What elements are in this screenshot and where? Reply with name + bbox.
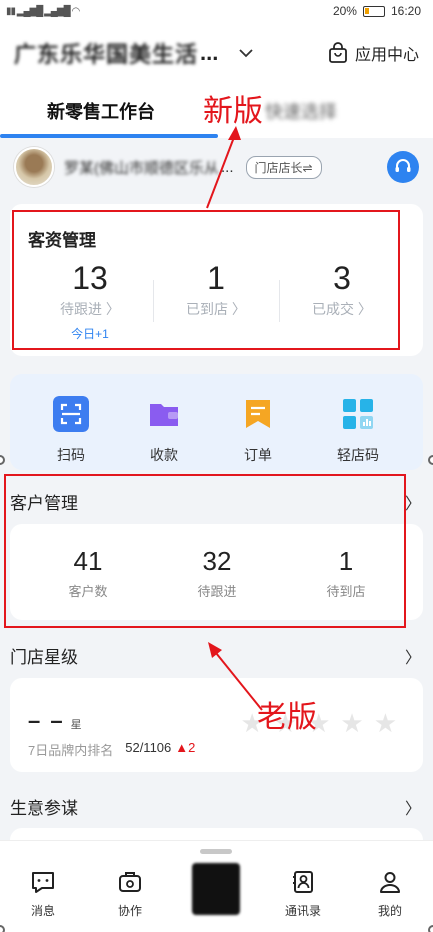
rank-label: 7日品牌内排名: [28, 743, 114, 758]
user-info-row: 罗某(佛山市顺德区乐从 ... 门店店长⇌: [0, 138, 433, 196]
order-bookmark-icon: [246, 400, 270, 428]
nav-contacts[interactable]: 通讯录: [273, 869, 333, 919]
quick-action-label: 轻店码: [337, 447, 379, 463]
store-grid-icon: [343, 399, 373, 429]
nav-label: 消息: [30, 904, 55, 918]
store-name-ellipsis: ...: [200, 40, 219, 65]
store-level-card[interactable]: – – 星 7日品牌内排名 52/1106 ▲2 ★★★★★: [10, 678, 423, 772]
crop-handle[interactable]: [428, 925, 433, 932]
chevron-right-icon[interactable]: 〉: [405, 490, 421, 514]
battery-percent: 20%: [332, 4, 357, 18]
old-version-highlight-box: [4, 474, 406, 628]
scan-icon: [53, 396, 89, 432]
bottom-navigation: 消息 协作 通讯录 我的: [0, 840, 433, 932]
new-version-highlight-box: [12, 210, 400, 350]
quick-action-scan[interactable]: 扫码: [36, 396, 106, 465]
shopping-bag-icon: [329, 42, 347, 63]
quick-action-orders[interactable]: 订单: [223, 396, 293, 465]
nav-label: 我的: [377, 904, 402, 918]
contacts-icon: [293, 871, 313, 893]
star-value: – –: [28, 708, 65, 733]
old-version-annotation: 老版: [257, 700, 317, 735]
chevron-right-icon[interactable]: 〉: [405, 644, 421, 668]
status-bar: ▮▮ ▂▄▆█ ▂▄▆█ ◠ 20% 16:20: [0, 0, 433, 22]
store-name[interactable]: 广东乐华国美生活: [14, 37, 198, 69]
chevron-right-icon[interactable]: 〉: [405, 795, 421, 819]
customer-service-button[interactable]: [387, 151, 419, 183]
nav-profile[interactable]: 我的: [360, 869, 420, 919]
collaboration-icon: [119, 872, 141, 892]
quick-action-label: 收款: [150, 447, 178, 463]
app-center-label: 应用中心: [354, 47, 419, 64]
crop-handle[interactable]: [428, 455, 433, 465]
wallet-icon: [150, 404, 178, 426]
battery-icon: [362, 5, 385, 17]
store-level-title: 门店星级: [10, 648, 78, 667]
clock: 16:20: [390, 4, 421, 18]
message-icon: [32, 872, 54, 893]
tab-new-retail[interactable]: 新零售工作台: [47, 98, 155, 124]
profile-icon: [380, 872, 400, 893]
signal-icon: ▮▮ ▂▄▆█ ▂▄▆█ ◠: [6, 5, 80, 17]
nav-collaboration[interactable]: 协作: [100, 869, 160, 919]
new-version-annotation: 新版: [203, 94, 263, 129]
user-name: 罗某(佛山市顺德区乐从: [64, 159, 219, 177]
app-center-button[interactable]: 应用中心: [327, 41, 419, 65]
app-header: 广东乐华国美生活 ... 应用中心: [0, 22, 433, 84]
role-switch-badge[interactable]: 门店店长⇌: [245, 155, 322, 179]
nav-label: 通讯录: [284, 904, 321, 918]
nav-label: 协作: [117, 904, 142, 918]
quick-action-payment[interactable]: 收款: [129, 396, 199, 465]
quick-actions-panel: 扫码 收款 订单 轻店码: [10, 374, 423, 470]
avatar[interactable]: [14, 147, 54, 187]
star-unit: 星: [70, 719, 82, 731]
center-action-button[interactable]: [192, 863, 240, 915]
user-name-ellipsis: ...: [221, 158, 234, 176]
quick-action-label: 订单: [244, 447, 272, 463]
quick-action-store-code[interactable]: 轻店码: [323, 396, 393, 465]
nav-messages[interactable]: 消息: [13, 869, 73, 919]
quick-action-label: 扫码: [57, 447, 85, 463]
chevron-down-icon[interactable]: [238, 45, 254, 61]
tab-other[interactable]: 快速选择: [265, 98, 337, 124]
rank-change: ▲2: [175, 740, 196, 755]
business-advisor-title: 生意参谋: [10, 799, 78, 818]
crop-handle[interactable]: [0, 455, 5, 465]
drag-handle[interactable]: [200, 849, 232, 854]
rank-value: 52/1106: [125, 740, 172, 755]
headset-icon: [395, 159, 411, 172]
